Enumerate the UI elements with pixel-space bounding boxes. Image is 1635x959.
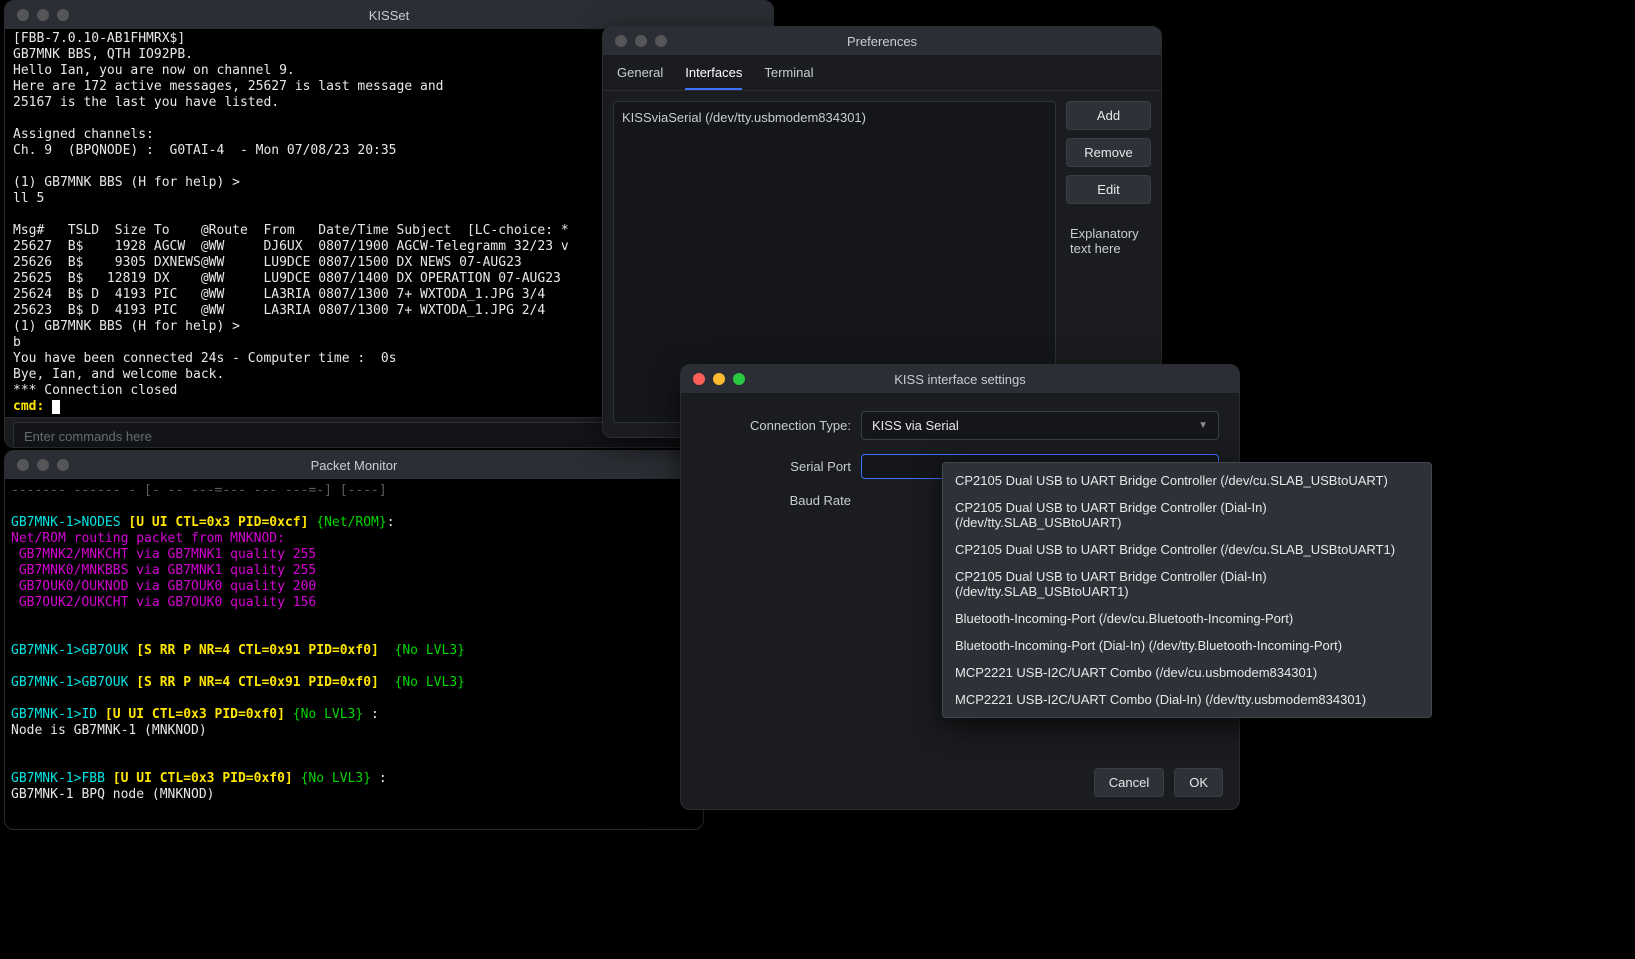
minimize-icon[interactable] — [635, 35, 647, 47]
zoom-icon[interactable] — [57, 459, 69, 471]
dropdown-item[interactable]: Bluetooth-Incoming-Port (/dev/cu.Bluetoo… — [943, 605, 1431, 632]
zoom-icon[interactable] — [57, 9, 69, 21]
close-icon[interactable] — [17, 9, 29, 21]
window-title: Packet Monitor — [5, 458, 703, 473]
zoom-icon[interactable] — [733, 373, 745, 385]
dropdown-item[interactable]: CP2105 Dual USB to UART Bridge Controlle… — [943, 467, 1431, 494]
list-item[interactable]: KISSviaSerial (/dev/tty.usbmodem834301) — [622, 110, 1047, 125]
minimize-icon[interactable] — [37, 459, 49, 471]
zoom-icon[interactable] — [655, 35, 667, 47]
add-button[interactable]: Add — [1066, 101, 1151, 130]
serial-port-label: Serial Port — [701, 459, 851, 474]
window-title: KISSet — [5, 8, 773, 23]
connection-type-select[interactable]: KISS via Serial ▼ — [861, 411, 1219, 440]
traffic-lights — [17, 459, 69, 471]
explanatory-text: Explanatory text here — [1066, 226, 1151, 256]
packet-monitor-window: Packet Monitor ------- ------ - [- -- --… — [4, 450, 704, 830]
monitor-output: ------- ------ - [- -- ---=--- --- ---=-… — [5, 479, 703, 829]
cancel-button[interactable]: Cancel — [1094, 768, 1164, 797]
edit-button[interactable]: Edit — [1066, 175, 1151, 204]
minimize-icon[interactable] — [713, 373, 725, 385]
close-icon[interactable] — [615, 35, 627, 47]
dropdown-item[interactable]: CP2105 Dual USB to UART Bridge Controlle… — [943, 536, 1431, 563]
dropdown-item[interactable]: CP2105 Dual USB to UART Bridge Controlle… — [943, 563, 1431, 605]
close-icon[interactable] — [693, 373, 705, 385]
minimize-icon[interactable] — [37, 9, 49, 21]
kiss-titlebar[interactable]: KISS interface settings — [681, 365, 1239, 393]
chevron-down-icon: ▼ — [1198, 420, 1208, 431]
prefs-titlebar[interactable]: Preferences — [603, 27, 1161, 55]
close-icon[interactable] — [17, 459, 29, 471]
tab-general[interactable]: General — [617, 65, 663, 90]
tab-terminal[interactable]: Terminal — [764, 65, 813, 90]
monitor-titlebar[interactable]: Packet Monitor — [5, 451, 703, 479]
tab-interfaces[interactable]: Interfaces — [685, 65, 742, 90]
dropdown-item[interactable]: Bluetooth-Incoming-Port (Dial-In) (/dev/… — [943, 632, 1431, 659]
kisset-titlebar[interactable]: KISSet — [5, 1, 773, 29]
dropdown-item[interactable]: MCP2221 USB-I2C/UART Combo (Dial-In) (/d… — [943, 686, 1431, 713]
traffic-lights — [693, 373, 745, 385]
window-title: Preferences — [603, 34, 1161, 49]
serial-port-dropdown[interactable]: CP2105 Dual USB to UART Bridge Controlle… — [942, 462, 1432, 718]
remove-button[interactable]: Remove — [1066, 138, 1151, 167]
dropdown-item[interactable]: MCP2221 USB-I2C/UART Combo (/dev/cu.usbm… — [943, 659, 1431, 686]
connection-type-value: KISS via Serial — [872, 418, 959, 433]
traffic-lights — [615, 35, 667, 47]
ok-button[interactable]: OK — [1174, 768, 1223, 797]
traffic-lights — [17, 9, 69, 21]
dropdown-item[interactable]: CP2105 Dual USB to UART Bridge Controlle… — [943, 494, 1431, 536]
connection-type-label: Connection Type: — [701, 418, 851, 433]
tabs: General Interfaces Terminal — [603, 55, 1161, 91]
window-title: KISS interface settings — [681, 372, 1239, 387]
baud-rate-label: Baud Rate — [701, 493, 851, 508]
